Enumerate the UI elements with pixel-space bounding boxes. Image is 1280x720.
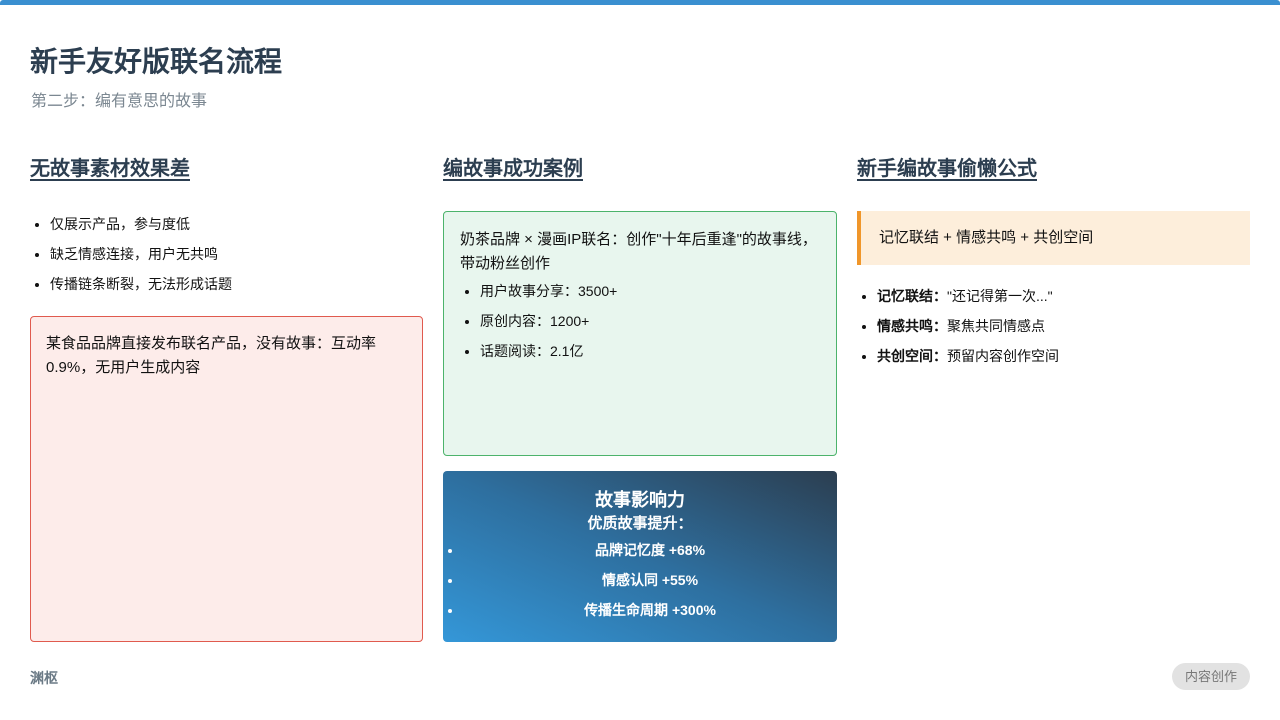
formula-item-text: 聚焦共同情感点 [947, 318, 1045, 334]
formula-item-label: 共创空间： [877, 348, 947, 364]
impact-list: 品牌记忆度 +68% 情感认同 +55% 传播生命周期 +300% [443, 535, 837, 625]
success-stats-list: 用户故事分享：3500+ 原创内容：1200+ 话题阅读：2.1亿 [460, 276, 820, 366]
column-title-no-story: 无故事素材效果差 [30, 158, 190, 180]
list-item: 用户故事分享：3500+ [480, 276, 820, 306]
list-item: 原创内容：1200+ [480, 306, 820, 336]
top-accent-bar [0, 0, 1280, 5]
page-title: 新手友好版联名流程 [30, 46, 283, 77]
failure-case-text: 某食品品牌直接发布联名产品，没有故事：互动率0.9%，无用户生成内容 [46, 335, 377, 376]
list-item: 品牌记忆度 +68% [463, 535, 837, 565]
formula-item-text: "还记得第一次..." [947, 288, 1053, 304]
footer-brand: 渊枢 [30, 670, 58, 686]
column-success-case: 编故事成功案例 奶茶品牌 × 漫画IP联名：创作"十年后重逢"的故事线，带动粉丝… [443, 152, 837, 642]
list-item: 缺乏情感连接，用户无共鸣 [50, 239, 423, 269]
formula-item-label: 情感共鸣： [877, 318, 947, 334]
no-story-points: 仅展示产品，参与度低 缺乏情感连接，用户无共鸣 传播链条断裂，无法形成话题 [30, 209, 423, 299]
list-item: 传播生命周期 +300% [463, 595, 837, 625]
list-item: 共创空间：预留内容创作空间 [877, 341, 1250, 371]
list-item: 记忆联结："还记得第一次..." [877, 281, 1250, 311]
formula-items: 记忆联结："还记得第一次..." 情感共鸣：聚焦共同情感点 共创空间：预留内容创… [857, 281, 1250, 371]
formula-item-label: 记忆联结： [877, 288, 947, 304]
list-item: 传播链条断裂，无法形成话题 [50, 269, 423, 299]
story-impact-box: 故事影响力 优质故事提升： 品牌记忆度 +68% 情感认同 +55% 传播生命周… [443, 471, 837, 642]
success-case-text: 奶茶品牌 × 漫画IP联名：创作"十年后重逢"的故事线，带动粉丝创作 [460, 231, 817, 272]
impact-title: 故事影响力 [595, 490, 685, 510]
failure-case-box: 某食品品牌直接发布联名产品，没有故事：互动率0.9%，无用户生成内容 [30, 316, 423, 642]
list-item: 情感共鸣：聚焦共同情感点 [877, 311, 1250, 341]
list-item: 话题阅读：2.1亿 [480, 336, 820, 366]
page-subtitle: 第二步：编有意思的故事 [31, 93, 208, 110]
column-formula: 新手编故事偷懒公式 记忆联结 + 情感共鸣 + 共创空间 记忆联结："还记得第一… [857, 152, 1250, 371]
success-case-box: 奶茶品牌 × 漫画IP联名：创作"十年后重逢"的故事线，带动粉丝创作 用户故事分… [443, 211, 837, 456]
formula-item-text: 预留内容创作空间 [947, 348, 1059, 364]
list-item: 情感认同 +55% [463, 565, 837, 595]
impact-subtitle: 优质故事提升： [587, 515, 693, 532]
formula-box: 记忆联结 + 情感共鸣 + 共创空间 [857, 211, 1250, 265]
column-title-formula: 新手编故事偷懒公式 [857, 158, 1037, 180]
list-item: 仅展示产品，参与度低 [50, 209, 423, 239]
footer-tag-badge: 内容创作 [1172, 663, 1250, 690]
column-title-success: 编故事成功案例 [443, 158, 583, 180]
column-no-story: 无故事素材效果差 仅展示产品，参与度低 缺乏情感连接，用户无共鸣 传播链条断裂，… [30, 152, 423, 642]
